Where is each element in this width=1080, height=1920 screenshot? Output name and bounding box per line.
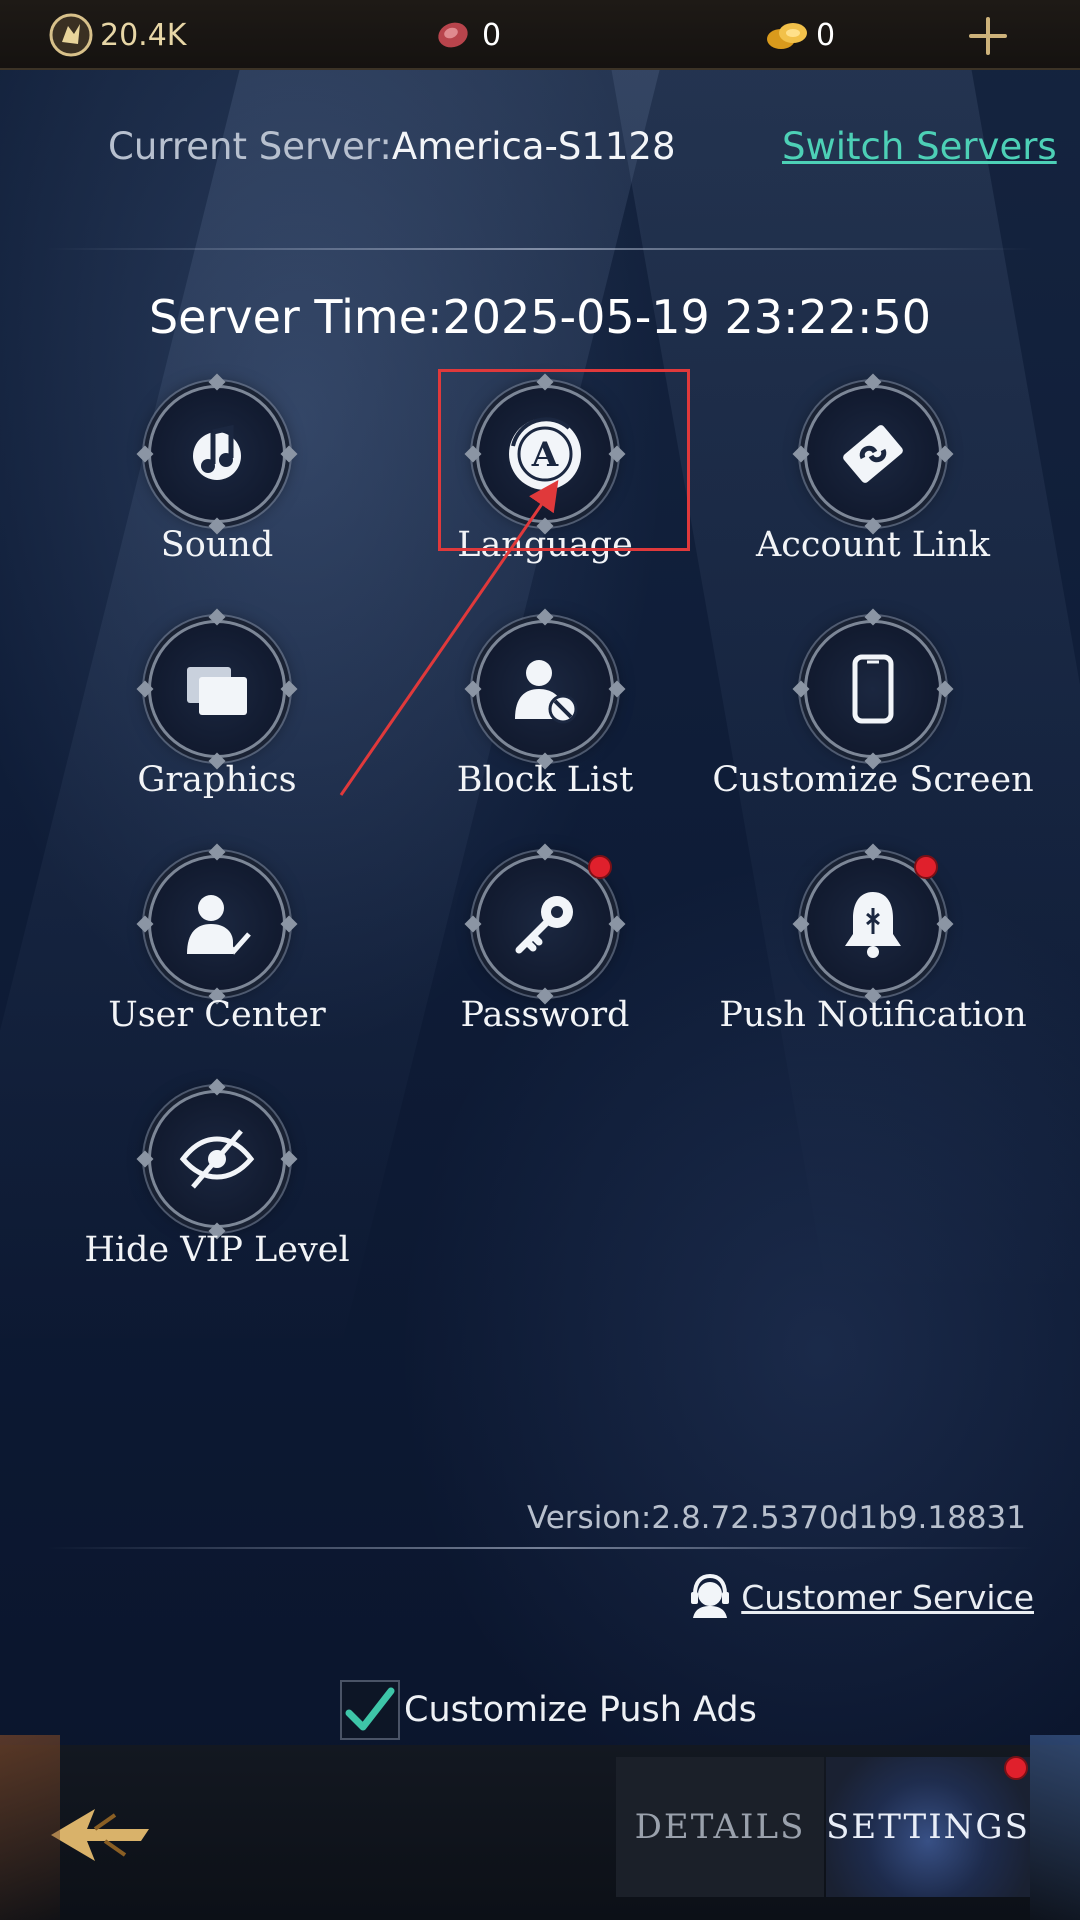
version-text: Version:2.8.72.5370d1b9.18831 bbox=[526, 1500, 1026, 1536]
corner-ornament-left bbox=[0, 1735, 60, 1920]
divider-bottom bbox=[46, 1547, 1034, 1549]
bottom-bar: DETAILS SETTINGS bbox=[0, 1745, 1080, 1920]
push-ads-label: Customize Push Ads bbox=[404, 1690, 757, 1730]
customer-service-label: Customer Service bbox=[741, 1577, 1034, 1617]
checkmark-icon bbox=[345, 1687, 395, 1731]
annotation-arrow-icon bbox=[339, 480, 559, 796]
push-ads-checkbox[interactable] bbox=[340, 1680, 400, 1740]
back-arrow-icon bbox=[51, 1809, 149, 1861]
tab-details[interactable]: DETAILS bbox=[616, 1757, 824, 1897]
tab-settings[interactable]: SETTINGS bbox=[826, 1757, 1030, 1897]
corner-ornament-right bbox=[1030, 1735, 1080, 1920]
customer-service-link[interactable]: Customer Service bbox=[685, 1570, 1034, 1624]
headset-icon bbox=[685, 1570, 735, 1624]
customize-push-ads: Customize Push Ads bbox=[340, 1680, 757, 1740]
settings-tab-badge bbox=[1004, 1756, 1028, 1780]
